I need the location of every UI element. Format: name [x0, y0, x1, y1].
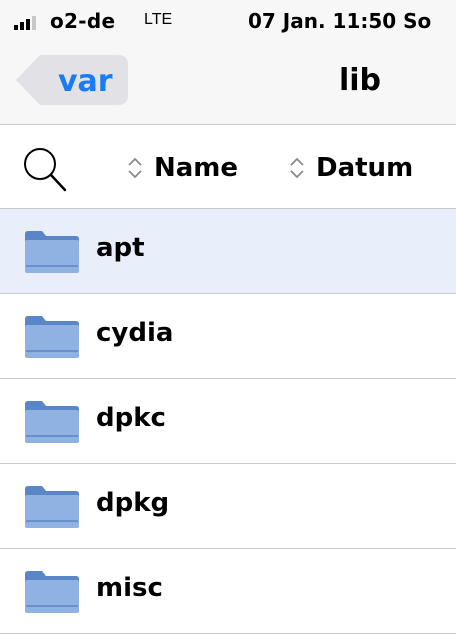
file-row-dpkg[interactable]: dpkg: [0, 464, 456, 549]
folder-icon: [25, 316, 79, 358]
file-toolbar: Name Datum: [0, 125, 456, 209]
file-name: dpkg: [96, 488, 170, 518]
page-title: lib: [338, 63, 382, 98]
folder-icon: [25, 486, 79, 528]
search-icon[interactable]: [20, 145, 68, 193]
file-row-apt[interactable]: apt: [0, 209, 456, 294]
folder-icon: [25, 231, 79, 273]
file-row-dpkc[interactable]: dpkc: [0, 379, 456, 464]
sort-arrows-icon: [290, 157, 304, 179]
carrier-name: o2-de: [50, 9, 116, 33]
file-name: cydia: [96, 318, 174, 348]
back-button[interactable]: var: [14, 53, 128, 107]
sort-by-date-button[interactable]: Datum: [288, 151, 413, 185]
back-button-label: var: [58, 64, 113, 99]
status-bar: o2-de LTE 07 Jan. 11:50 So: [0, 0, 456, 44]
file-row-cydia[interactable]: cydia: [0, 294, 456, 379]
folder-icon: [25, 401, 79, 443]
signal-strength-icon: [14, 16, 36, 30]
sort-name-label: Name: [154, 153, 239, 183]
status-time: 07 Jan. 11:50 So: [248, 9, 432, 33]
navigation-bar: var lib: [0, 44, 456, 125]
sort-by-name-button[interactable]: Name: [126, 151, 238, 185]
file-row-misc[interactable]: misc: [0, 549, 456, 634]
sort-date-label: Datum: [316, 153, 414, 183]
file-name: apt: [96, 233, 145, 263]
network-type: LTE: [144, 11, 173, 28]
file-name: misc: [96, 573, 163, 603]
file-name: dpkc: [96, 403, 166, 433]
sort-arrows-icon: [128, 157, 142, 179]
folder-icon: [25, 571, 79, 613]
